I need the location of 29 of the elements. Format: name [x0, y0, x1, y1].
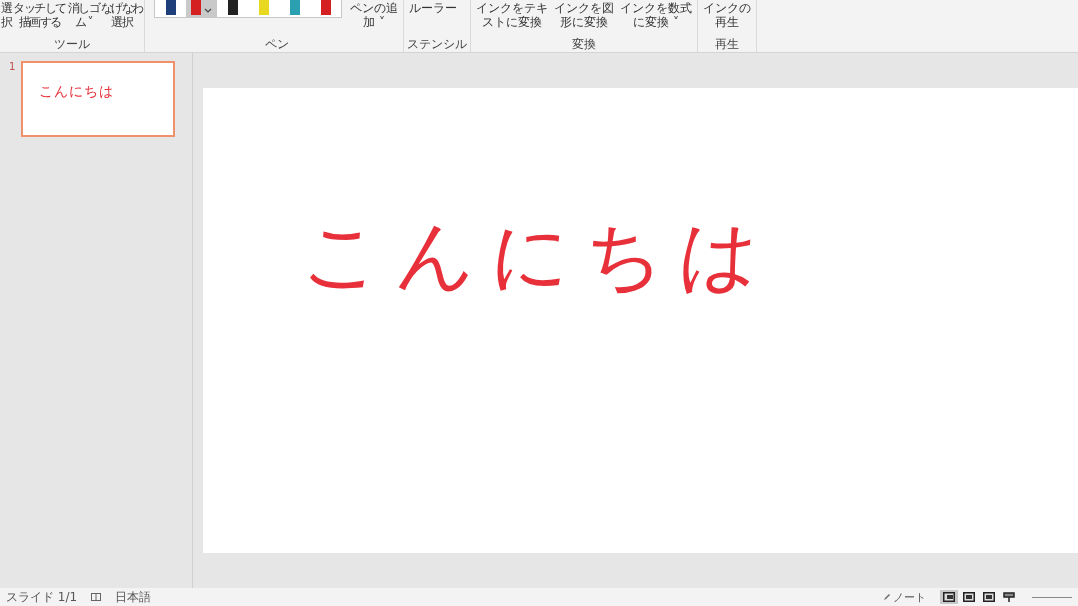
ribbon-button[interactable]: 選 択	[1, 0, 12, 30]
group-label: 変換	[572, 37, 596, 51]
view-icon[interactable]	[960, 590, 978, 604]
notes-button[interactable]: ノート	[883, 589, 926, 605]
ribbon-button[interactable]: インクをテキ ストに変換	[474, 0, 550, 30]
ribbon-button[interactable]: なげなわ 選択	[101, 0, 143, 30]
ribbon-button[interactable]: タッチして 描画する	[13, 0, 66, 30]
view-icon[interactable]	[940, 590, 958, 604]
notes-icon[interactable]	[91, 593, 102, 601]
slide-thumbnail[interactable]: こんにちは	[21, 61, 176, 137]
group-label: ステンシル	[407, 37, 467, 51]
group-label: ペン	[265, 37, 289, 51]
ribbon-button[interactable]: ルーラー	[407, 0, 459, 16]
view-icon[interactable]	[1000, 590, 1018, 604]
slide-number: 1	[9, 61, 16, 74]
ribbon-button[interactable]: インクの 再生	[701, 0, 753, 30]
ribbon-button[interactable]: インクを図 形に変換	[552, 0, 616, 30]
ink-text: こんにちは	[300, 216, 776, 294]
ribbon-button[interactable]: インクを数式 に変換 ˅	[618, 0, 694, 30]
pencil-icon	[883, 593, 891, 601]
caret-icon[interactable]	[204, 8, 212, 14]
ribbon-button[interactable]: ペンの追 加 ˅	[348, 0, 400, 30]
language-label[interactable]: 日本語	[115, 588, 152, 606]
ribbon-button[interactable]: 消しゴ ム ˅	[67, 0, 100, 30]
group-label: 再生	[715, 37, 739, 51]
group-label: ツール	[54, 37, 90, 51]
ink-text: こんにちは	[39, 83, 115, 99]
slide-counter: スライド 1/1	[6, 588, 78, 606]
view-icon[interactable]	[980, 590, 998, 604]
